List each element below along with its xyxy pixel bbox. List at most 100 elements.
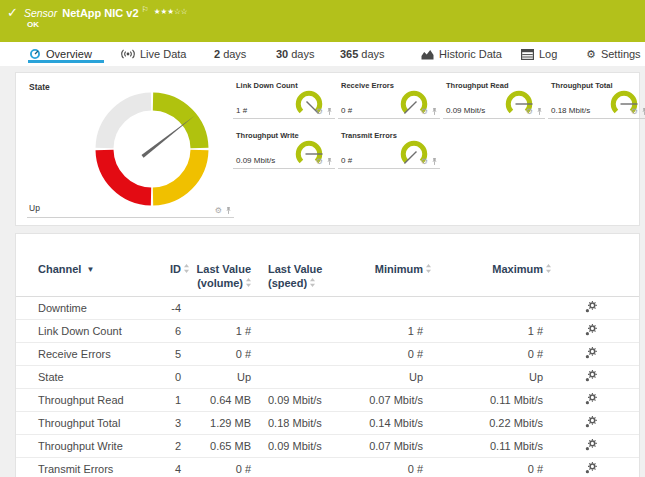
pin-icon[interactable] [326,107,333,116]
sort-icon [184,263,189,277]
last-value-volume: 0 # [181,463,251,475]
channel-settings-icon[interactable] [543,416,639,430]
gear-icon[interactable]: ⚙ [316,108,323,116]
table-header-row: Channel▼ ID Last Value(volume) Last Valu… [16,234,639,297]
channel-name[interactable]: State [16,371,151,383]
priority-stars[interactable]: ★★★☆☆ [154,7,188,16]
channel-row-downtime: Downtime-4 [16,297,639,320]
gauge-title: Receive Errors [341,81,394,90]
maximum-value: 0 # [423,348,543,360]
pin-icon[interactable] [641,107,645,116]
channel-id: -4 [151,302,181,314]
channel-name[interactable]: Receive Errors [16,348,151,360]
pin-icon[interactable] [536,107,543,116]
sensor-title: NetApp NIC v2 [62,7,138,19]
pin-icon[interactable] [431,157,438,166]
pin-icon[interactable] [431,107,438,116]
gauge-value: 0.09 Mbit/s [446,106,485,115]
minimum-value: 0.07 Mbit/s [361,440,423,452]
last-value-volume: Up [181,371,251,383]
gear-icon[interactable]: ⚙ [631,108,638,116]
channel-name[interactable]: Transmit Errors [16,463,151,475]
gauge-value: 0.18 Mbit/s [551,106,590,115]
channel-name[interactable]: Throughput Write [16,440,151,452]
sort-desc-icon: ▼ [86,265,94,275]
tab-live-data[interactable]: Live Data [121,42,186,66]
col-header-maximum[interactable]: Maximum [423,263,543,291]
pin-icon[interactable] [225,206,232,215]
tab-settings[interactable]: ⚙Settings [586,42,641,66]
maximum-value: 0.11 Mbit/s [423,394,543,406]
flag-icon[interactable]: ⚐ [142,5,149,14]
tab-bar: OverviewLive Data2days30days365daysHisto… [0,42,645,66]
gauge-tile-transmit-errors: Transmit Errors 0 # ⚙ [338,129,440,169]
channel-id: 2 [151,440,181,452]
channel-id: 4 [151,463,181,475]
last-value-volume: 0 # [181,348,251,360]
sensor-status-bar: ✓ Sensor NetApp NIC v2 ⚐ ★★★☆☆ OK [0,0,645,42]
state-gauge-tile: State Up ⚙ [27,79,234,218]
gauge-title: Throughput Write [236,131,299,140]
channel-settings-icon[interactable] [543,347,639,361]
channel-row-throughput-total: Throughput Total31.29 MB0.18 Mbit/s0.14 … [16,412,639,435]
gear-icon[interactable]: ⚙ [421,158,428,166]
gauge-value: 0 # [341,156,352,165]
channel-row-transmit-errors: Transmit Errors40 #0 #0 # [16,458,639,477]
gauge-title: Throughput Read [446,81,509,90]
gear-icon[interactable]: ⚙ [526,108,533,116]
gauge-tile-throughput-write: Throughput Write 0.09 Mbit/s ⚙ [233,129,335,169]
channel-row-throughput-read: Throughput Read10.64 MB0.09 Mbit/s0.07 M… [16,389,639,412]
gauge-title: Transmit Errors [341,131,397,140]
tab-30-days[interactable]: 30days [276,42,315,66]
col-header-channel[interactable]: Channel▼ [16,263,151,291]
last-value-volume: 0.65 MB [181,440,251,452]
col-header-minimum[interactable]: Minimum [361,263,423,291]
channel-settings-icon[interactable] [543,324,639,338]
gauge-value: 1 # [236,106,247,115]
gear-icon[interactable]: ⚙ [421,108,428,116]
channel-row-throughput-write: Throughput Write20.65 MB0.09 Mbit/s0.07 … [16,435,639,458]
channel-settings-icon[interactable] [543,462,639,476]
channel-settings-icon[interactable] [543,439,639,453]
minimum-value: 0 # [361,463,423,475]
maximum-value: 1 # [423,325,543,337]
tab-365-days[interactable]: 365days [340,42,385,66]
channel-id: 5 [151,348,181,360]
gauge-value: 0 # [341,106,352,115]
gauge-value: 0.09 Mbit/s [236,156,275,165]
chart-icon [421,49,434,60]
channel-settings-icon[interactable] [543,301,639,315]
state-gauge-value: Up [29,203,40,213]
minimum-value: Up [361,371,423,383]
channel-name[interactable]: Link Down Count [16,325,151,337]
maximum-value: Up [423,371,543,383]
sort-icon [426,263,431,277]
tab-historic-data[interactable]: Historic Data [421,42,502,66]
col-header-lastvalue-speed[interactable]: Last Value(speed) [251,263,361,291]
col-header-id[interactable]: ID [151,263,181,291]
gauge-tile-link-down-count: Link Down Count 1 # ⚙ [233,79,335,119]
channel-settings-icon[interactable] [543,393,639,407]
channel-row-link-down-count: Link Down Count61 #1 #1 # [16,320,639,343]
channel-name[interactable]: Throughput Total [16,417,151,429]
sensor-status-text: OK [27,20,39,29]
active-tab-underline [28,60,104,63]
gauge-tile-throughput-read: Throughput Read 0.09 Mbit/s ⚙ [443,79,545,119]
tab-log[interactable]: Log [521,42,557,66]
sort-icon [310,277,315,291]
col-header-lastvalue-volume[interactable]: Last Value(volume) [181,263,251,291]
channel-name[interactable]: Throughput Read [16,394,151,406]
minimum-value: 0.14 Mbit/s [361,417,423,429]
gear-icon[interactable]: ⚙ [215,207,222,215]
tab-2-days[interactable]: 2days [214,42,246,66]
state-gauge [92,89,212,209]
minimum-value: 0.07 Mbit/s [361,394,423,406]
gauges-panel: State Up ⚙ Link Down Count 1 # ⚙ Receive Er… [15,72,640,226]
last-value-volume: 1 # [181,325,251,337]
channel-name[interactable]: Downtime [16,302,151,314]
gauge-title: Link Down Count [236,81,298,90]
pin-icon[interactable] [326,157,333,166]
gear-icon[interactable]: ⚙ [316,158,323,166]
channel-settings-icon[interactable] [543,370,639,384]
sort-icon [546,263,551,277]
